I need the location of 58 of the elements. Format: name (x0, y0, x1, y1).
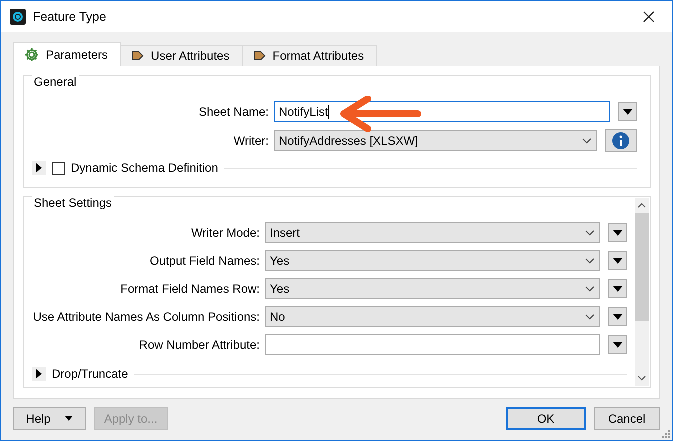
scrollbar[interactable] (635, 198, 649, 386)
field-label: Format Field Names Row: (120, 282, 261, 296)
resize-grip-icon (662, 430, 670, 438)
info-icon (612, 132, 630, 150)
field-label: Writer: (232, 134, 270, 148)
field-label: Output Field Names: (148, 254, 261, 268)
text-field[interactable] (265, 334, 600, 355)
scroll-up-icon (638, 203, 646, 208)
menu-button[interactable] (608, 279, 627, 298)
triangle-icon (612, 258, 622, 264)
dropdown[interactable]: NotifyAddresses [XLSXW] (274, 130, 597, 151)
menu-button[interactable] (608, 251, 627, 270)
expand-toggle[interactable] (32, 367, 46, 381)
dropdown[interactable]: Yes (265, 278, 600, 299)
chevron-icon (585, 314, 595, 320)
tab[interactable]: Format Attributes (242, 45, 378, 66)
info-button[interactable] (605, 129, 637, 152)
caret-icon (64, 416, 73, 421)
triangle-icon (612, 286, 622, 292)
window-title: Feature Type (33, 10, 106, 24)
triangle-icon (612, 230, 622, 236)
triangle-right-icon (35, 163, 43, 173)
scroll-down-icon (638, 376, 646, 381)
scroll-thumb[interactable] (635, 213, 649, 321)
triangle-icon (612, 314, 622, 320)
chevron-icon (582, 138, 592, 144)
close-icon (643, 10, 655, 22)
dropdown[interactable]: Insert (265, 222, 600, 243)
field-label: Use Attribute Names As Column Positions: (32, 310, 261, 324)
button[interactable]: Cancel (594, 407, 660, 430)
gear-icon (24, 46, 40, 62)
section-label: Dynamic Schema Definition (71, 161, 218, 175)
split-button[interactable]: Help (13, 407, 86, 430)
menu-button[interactable] (608, 307, 627, 326)
dropdown[interactable]: No (265, 306, 600, 327)
triangle-icon (622, 108, 632, 114)
arrow-icon (131, 49, 146, 63)
chevron-icon (585, 258, 595, 264)
expand-toggle[interactable] (32, 161, 46, 175)
tab[interactable]: Parameters (13, 42, 122, 66)
group-title: General (32, 75, 79, 89)
field-label: Sheet Name: (198, 104, 270, 118)
field-label: Writer Mode: (190, 226, 261, 240)
menu-button[interactable] (608, 223, 627, 242)
triangle-icon (612, 342, 622, 348)
arrow-icon (252, 49, 267, 63)
field-label: Row Number Attribute: (138, 338, 261, 352)
menu-button[interactable] (608, 335, 627, 354)
button[interactable]: OK (506, 407, 586, 430)
app-icon (10, 8, 26, 24)
menu-button[interactable] (618, 102, 637, 121)
checkbox[interactable] (52, 162, 65, 174)
dropdown[interactable]: Yes (265, 250, 600, 271)
triangle-right-icon (35, 369, 43, 379)
section-label: Drop/Truncate (52, 367, 128, 381)
chevron-icon (585, 286, 595, 292)
chevron-icon (585, 230, 595, 236)
group-title: Sheet Settings (32, 196, 114, 210)
